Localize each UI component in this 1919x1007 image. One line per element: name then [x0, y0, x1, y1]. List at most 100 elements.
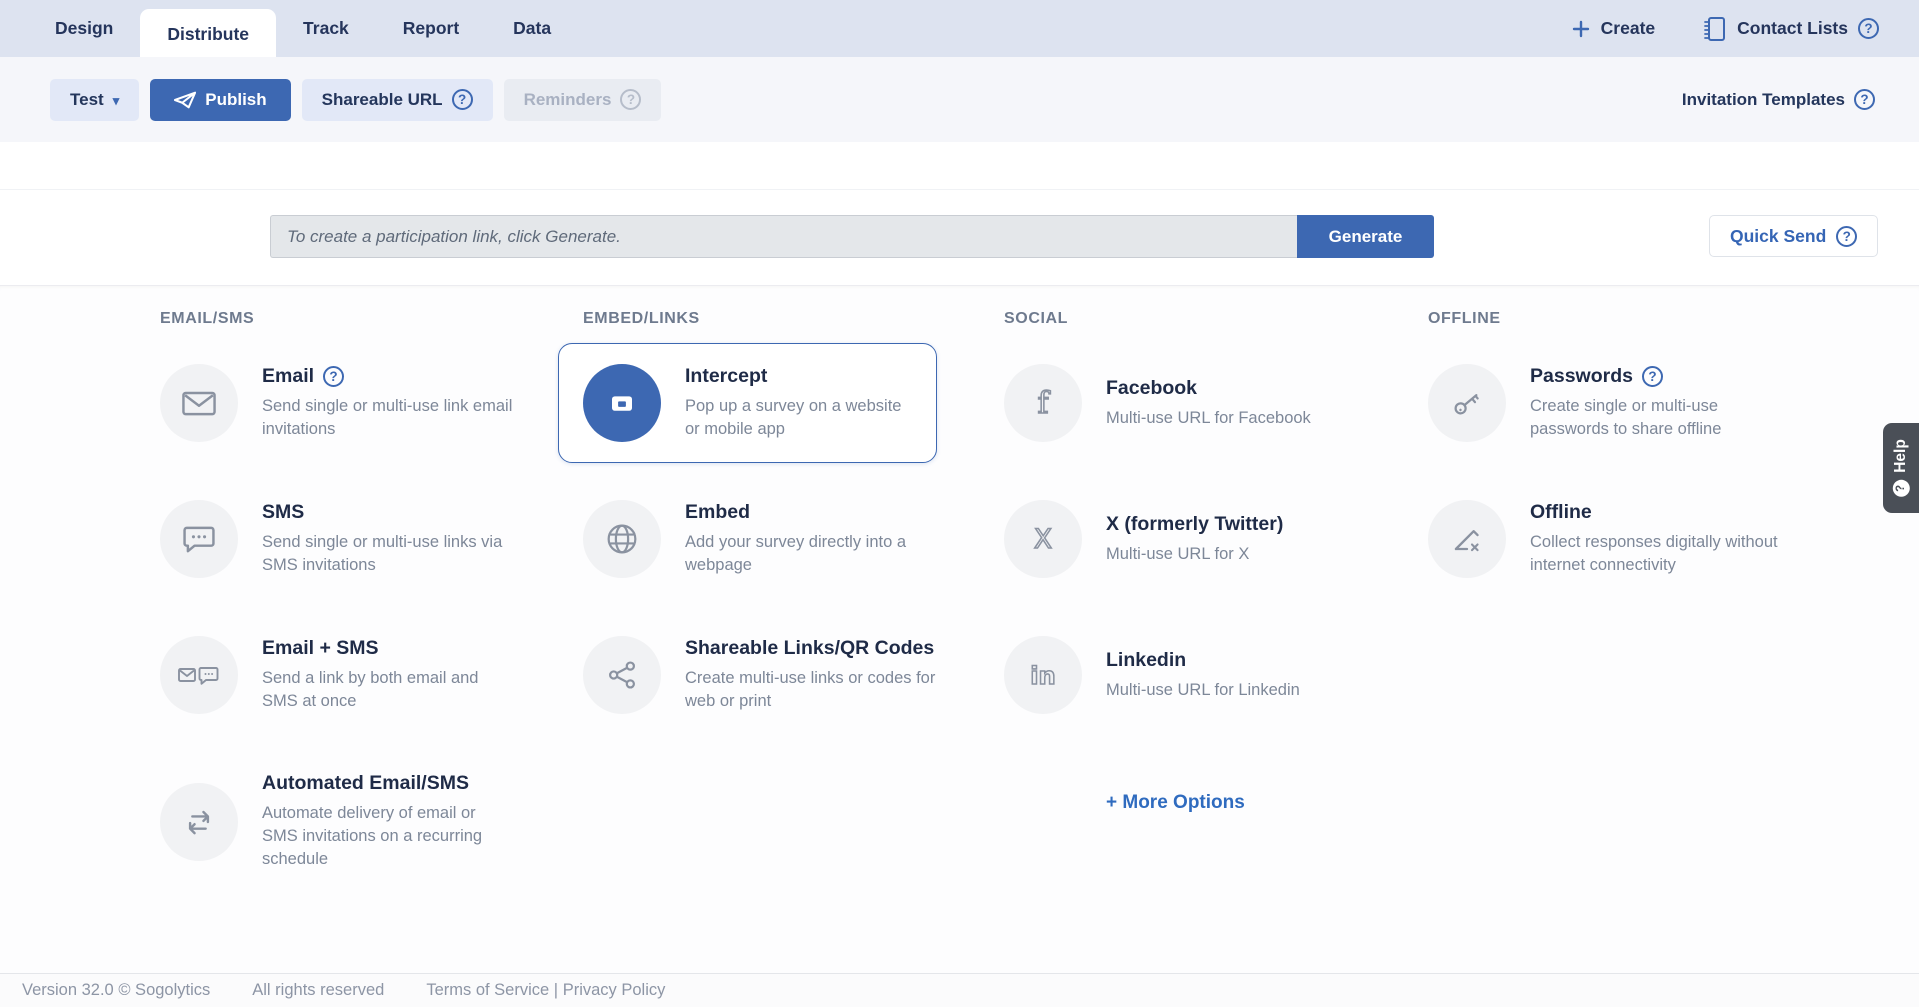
- option-email-sms[interactable]: Email + SMS Send a link by both email an…: [160, 636, 530, 714]
- option-sms[interactable]: SMS Send single or multi-use links via S…: [160, 500, 530, 578]
- intercept-icon: [583, 364, 661, 442]
- help-tab[interactable]: ? Help: [1883, 423, 1919, 513]
- option-title: Intercept: [685, 365, 767, 388]
- quick-send-button[interactable]: Quick Send ?: [1709, 215, 1878, 257]
- tab-design[interactable]: Design: [28, 0, 140, 57]
- invitation-templates-link[interactable]: Invitation Templates ?: [1682, 57, 1875, 142]
- nav-tabs: Design Distribute Track Report Data: [28, 0, 578, 57]
- offline-icon: [1428, 500, 1506, 578]
- tab-track[interactable]: Track: [276, 0, 376, 57]
- column-header: EMAIL/SMS: [160, 310, 583, 328]
- option-title: Shareable Links/QR Codes: [685, 637, 934, 660]
- test-dropdown[interactable]: Test ▾: [50, 79, 139, 121]
- option-title: Automated Email/SMS: [262, 772, 469, 795]
- option-embed[interactable]: Embed Add your survey directly into a we…: [583, 500, 953, 578]
- more-options-link[interactable]: + More Options: [1106, 792, 1245, 814]
- svg-text:X: X: [1034, 524, 1052, 555]
- option-linkedin[interactable]: in Linkedin Multi-use URL for Linkedin: [1004, 636, 1374, 714]
- tab-report[interactable]: Report: [376, 0, 486, 57]
- divider: [0, 189, 1919, 190]
- option-facebook[interactable]: f Facebook Multi-use URL for Facebook: [1004, 364, 1374, 442]
- chevron-down-icon: ▾: [113, 93, 120, 109]
- option-desc: Send single or multi-use links via SMS i…: [262, 531, 515, 577]
- option-desc: Add your survey directly into a webpage: [685, 531, 938, 577]
- rights-text: All rights reserved: [252, 981, 384, 1000]
- legal-links: Terms of Service | Privacy Policy: [426, 981, 665, 1000]
- x-twitter-icon: X: [1004, 500, 1082, 578]
- contact-lists-button[interactable]: Contact Lists ?: [1701, 15, 1879, 43]
- top-tab-bar: Design Distribute Track Report Data Crea…: [0, 0, 1919, 57]
- key-icon: [1428, 364, 1506, 442]
- option-title: Embed: [685, 501, 750, 524]
- version-text: Version 32.0 © Sogolytics: [22, 981, 210, 1000]
- option-desc: Send single or multi-use link email invi…: [262, 395, 515, 441]
- option-title: X (formerly Twitter): [1106, 513, 1283, 536]
- contact-lists-help-icon[interactable]: ?: [1858, 18, 1879, 39]
- terms-of-service-link[interactable]: Terms of Service: [426, 981, 549, 999]
- option-title: Passwords: [1530, 365, 1633, 388]
- tab-data[interactable]: Data: [486, 0, 578, 57]
- option-desc: Create multi-use links or codes for web …: [685, 667, 938, 713]
- linkedin-icon: in: [1004, 636, 1082, 714]
- create-button[interactable]: Create: [1571, 18, 1655, 39]
- column-embed-links: EMBED/LINKS Intercept Pop up a survey on…: [583, 310, 1004, 973]
- option-title: Email: [262, 365, 314, 388]
- option-desc: Collect responses digitally without inte…: [1530, 531, 1783, 577]
- option-offline[interactable]: Offline Collect responses digitally with…: [1428, 500, 1798, 578]
- option-email[interactable]: Email ? Send single or multi-use link em…: [160, 364, 530, 442]
- publish-label: Publish: [205, 90, 266, 110]
- column-header: EMBED/LINKS: [583, 310, 1004, 328]
- column-email-sms: EMAIL/SMS Email ? Send single or multi-u…: [160, 310, 583, 973]
- column-social: SOCIAL f Facebook Multi-use URL for Face…: [1004, 310, 1428, 973]
- invitation-templates-help-icon[interactable]: ?: [1854, 89, 1875, 110]
- option-desc: Automate delivery of email or SMS invita…: [262, 802, 515, 871]
- reminders-button: Reminders ?: [504, 79, 662, 121]
- option-shareable-links-qr[interactable]: Shareable Links/QR Codes Create multi-us…: [583, 636, 953, 714]
- column-header: SOCIAL: [1004, 310, 1428, 328]
- option-passwords[interactable]: Passwords ? Create single or multi-use p…: [1428, 364, 1798, 442]
- quick-send-help-icon[interactable]: ?: [1836, 226, 1857, 247]
- globe-icon: [583, 500, 661, 578]
- shareable-url-button[interactable]: Shareable URL ?: [302, 79, 493, 121]
- option-title: Email + SMS: [262, 637, 379, 660]
- option-automated-email-sms[interactable]: Automated Email/SMS Automate delivery of…: [160, 772, 530, 871]
- reminders-label: Reminders: [524, 90, 612, 110]
- tab-distribute[interactable]: Distribute: [140, 9, 276, 57]
- contact-lists-label: Contact Lists: [1737, 18, 1848, 39]
- send-icon: [174, 91, 196, 109]
- reminders-help-icon: ?: [620, 89, 641, 110]
- email-plus-sms-icon: [160, 636, 238, 714]
- email-icon: [160, 364, 238, 442]
- shareable-url-help-icon[interactable]: ?: [452, 89, 473, 110]
- column-offline: OFFLINE Passwords ? Create single or mul…: [1428, 310, 1848, 973]
- option-intercept[interactable]: Intercept Pop up a survey on a website o…: [558, 343, 937, 463]
- help-label: Help: [1892, 439, 1910, 473]
- option-title: SMS: [262, 501, 304, 524]
- invitation-templates-label: Invitation Templates: [1682, 90, 1845, 110]
- quick-send-label: Quick Send: [1730, 226, 1826, 247]
- plus-icon: [1571, 19, 1591, 39]
- passwords-help-icon[interactable]: ?: [1642, 366, 1663, 387]
- recurring-arrows-icon: [160, 783, 238, 861]
- option-desc: Multi-use URL for Facebook: [1106, 407, 1311, 430]
- option-desc: Multi-use URL for X: [1106, 543, 1283, 566]
- privacy-policy-link[interactable]: Privacy Policy: [563, 981, 666, 999]
- sms-icon: [160, 500, 238, 578]
- option-x-twitter[interactable]: X X (formerly Twitter) Multi-use URL for…: [1004, 500, 1374, 578]
- generate-section: Generate Quick Send ?: [0, 142, 1919, 285]
- facebook-icon: f: [1004, 364, 1082, 442]
- option-title: Facebook: [1106, 377, 1197, 400]
- svg-text:f: f: [1037, 386, 1050, 421]
- email-help-icon[interactable]: ?: [323, 366, 344, 387]
- option-desc: Pop up a survey on a website or mobile a…: [685, 395, 912, 441]
- option-desc: Multi-use URL for Linkedin: [1106, 679, 1300, 702]
- test-label: Test: [70, 90, 104, 110]
- svg-text:in: in: [1030, 662, 1056, 690]
- contact-list-book-icon: [1701, 15, 1727, 43]
- publish-button[interactable]: Publish: [150, 79, 290, 121]
- generate-button[interactable]: Generate: [1297, 215, 1434, 258]
- distribute-toolbar: Test ▾ Publish Shareable URL ? Reminders…: [0, 57, 1919, 142]
- participation-link-input[interactable]: [270, 215, 1297, 258]
- column-header: OFFLINE: [1428, 310, 1848, 328]
- distribution-options-grid: EMAIL/SMS Email ? Send single or multi-u…: [0, 285, 1919, 973]
